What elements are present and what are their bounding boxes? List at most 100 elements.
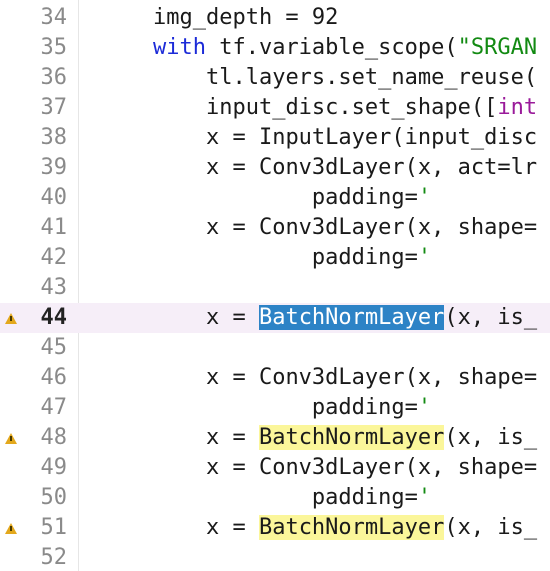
code-line[interactable]: 52 [0, 543, 550, 571]
code-line[interactable]: 50 padding=' [0, 483, 550, 513]
code-text[interactable]: x = InputLayer(input_disc [100, 123, 537, 153]
string-token: ' [417, 485, 432, 510]
code-token: img_depth = 92 [152, 5, 339, 30]
code-text[interactable]: padding=' [100, 483, 431, 513]
code-line[interactable]: 51 x = BatchNormLayer(x, is_ [0, 513, 550, 543]
string-token: ' [417, 395, 432, 420]
code-token: (x, is_ [444, 515, 538, 540]
code-token: tl.layers.set_name_reuse( [205, 65, 538, 90]
line-number: 34 [40, 5, 68, 30]
code-text[interactable]: tl.layers.set_name_reuse( [100, 63, 537, 93]
highlighted-occurrence: BatchNormLayer [258, 425, 445, 450]
string-token: "SRGAN [457, 35, 538, 60]
code-line[interactable]: 45 [0, 333, 550, 363]
line-number: 45 [40, 335, 68, 360]
string-token: ' [417, 245, 432, 270]
code-line[interactable]: 49 x = Conv3dLayer(x, shape= [0, 453, 550, 483]
code-token: (x, is_ [444, 305, 538, 330]
line-number: 40 [40, 185, 68, 210]
code-token: x = Conv3dLayer(x, shape= [205, 455, 538, 480]
code-text[interactable]: x = Conv3dLayer(x, shape= [100, 453, 537, 483]
code-token: x = InputLayer(input_disc [205, 125, 538, 150]
code-line[interactable]: 47 padding=' [0, 393, 550, 423]
code-text[interactable]: padding=' [100, 393, 431, 423]
line-number: 36 [40, 65, 68, 90]
line-number: 37 [40, 95, 68, 120]
code-line[interactable]: 37 input_disc.set_shape([int [0, 93, 550, 123]
line-number: 43 [40, 275, 68, 300]
code-token: x = Conv3dLayer(x, shape= [205, 365, 538, 390]
code-line[interactable]: 46 x = Conv3dLayer(x, shape= [0, 363, 550, 393]
code-text[interactable]: x = BatchNormLayer(x, is_ [100, 423, 537, 453]
code-token: x = [205, 425, 259, 450]
line-number: 48 [40, 425, 68, 450]
code-line[interactable]: 48 x = BatchNormLayer(x, is_ [0, 423, 550, 453]
code-line[interactable]: 38 x = InputLayer(input_disc [0, 123, 550, 153]
line-number: 52 [40, 545, 68, 570]
line-number: 39 [40, 155, 68, 180]
code-text[interactable]: padding=' [100, 243, 431, 273]
code-line[interactable]: 40 padding=' [0, 183, 550, 213]
line-number: 51 [40, 515, 68, 540]
line-number: 47 [40, 395, 68, 420]
code-line[interactable]: 42 padding=' [0, 243, 550, 273]
highlighted-occurrence: BatchNormLayer [258, 515, 445, 540]
code-line[interactable]: 39 x = Conv3dLayer(x, act=lr [0, 153, 550, 183]
keyword-token: with [152, 35, 206, 60]
code-token: padding= [311, 245, 418, 270]
selected-token: BatchNormLayer [258, 305, 445, 330]
line-number: 44 [40, 305, 68, 330]
line-number: 38 [40, 125, 68, 150]
code-token: x = [205, 305, 259, 330]
builtin-token: int [497, 95, 538, 120]
code-token: x = Conv3dLayer(x, act=lr [205, 155, 538, 180]
code-token: padding= [311, 395, 418, 420]
line-number: 46 [40, 365, 68, 390]
line-number: 42 [40, 245, 68, 270]
current-line[interactable]: 44 x = BatchNormLayer(x, is_ [0, 303, 550, 333]
code-token: padding= [311, 485, 418, 510]
line-number: 35 [40, 35, 68, 60]
line-number: 50 [40, 485, 68, 510]
code-token: padding= [311, 185, 418, 210]
code-text[interactable]: x = BatchNormLayer(x, is_ [100, 303, 537, 333]
code-editor[interactable]: 34 img_depth = 92 35 with tf.variable_sco… [0, 0, 550, 571]
code-text[interactable]: x = Conv3dLayer(x, act=lr [100, 153, 537, 183]
code-token: (x, is_ [444, 425, 538, 450]
code-text[interactable]: x = Conv3dLayer(x, shape= [100, 363, 537, 393]
code-text[interactable]: x = Conv3dLayer(x, shape= [100, 213, 537, 243]
code-text[interactable]: input_disc.set_shape([int [100, 93, 537, 123]
code-token: tf.variable_scope( [205, 35, 458, 60]
code-line[interactable]: 36 tl.layers.set_name_reuse( [0, 63, 550, 93]
code-token: input_disc.set_shape([ [205, 95, 498, 120]
code-text[interactable]: img_depth = 92 [100, 3, 338, 33]
code-token: x = Conv3dLayer(x, shape= [205, 215, 538, 240]
code-text[interactable]: with tf.variable_scope("SRGAN [100, 33, 537, 63]
code-line[interactable]: 34 img_depth = 92 [0, 3, 550, 33]
code-text[interactable]: padding=' [100, 183, 431, 213]
code-text[interactable]: x = BatchNormLayer(x, is_ [100, 513, 537, 543]
code-token: x = [205, 515, 259, 540]
line-number: 41 [40, 215, 68, 240]
code-line[interactable]: 41 x = Conv3dLayer(x, shape= [0, 213, 550, 243]
line-number: 49 [40, 455, 68, 480]
string-token: ' [417, 185, 432, 210]
code-line[interactable]: 43 [0, 273, 550, 303]
code-line[interactable]: 35 with tf.variable_scope("SRGAN [0, 33, 550, 63]
